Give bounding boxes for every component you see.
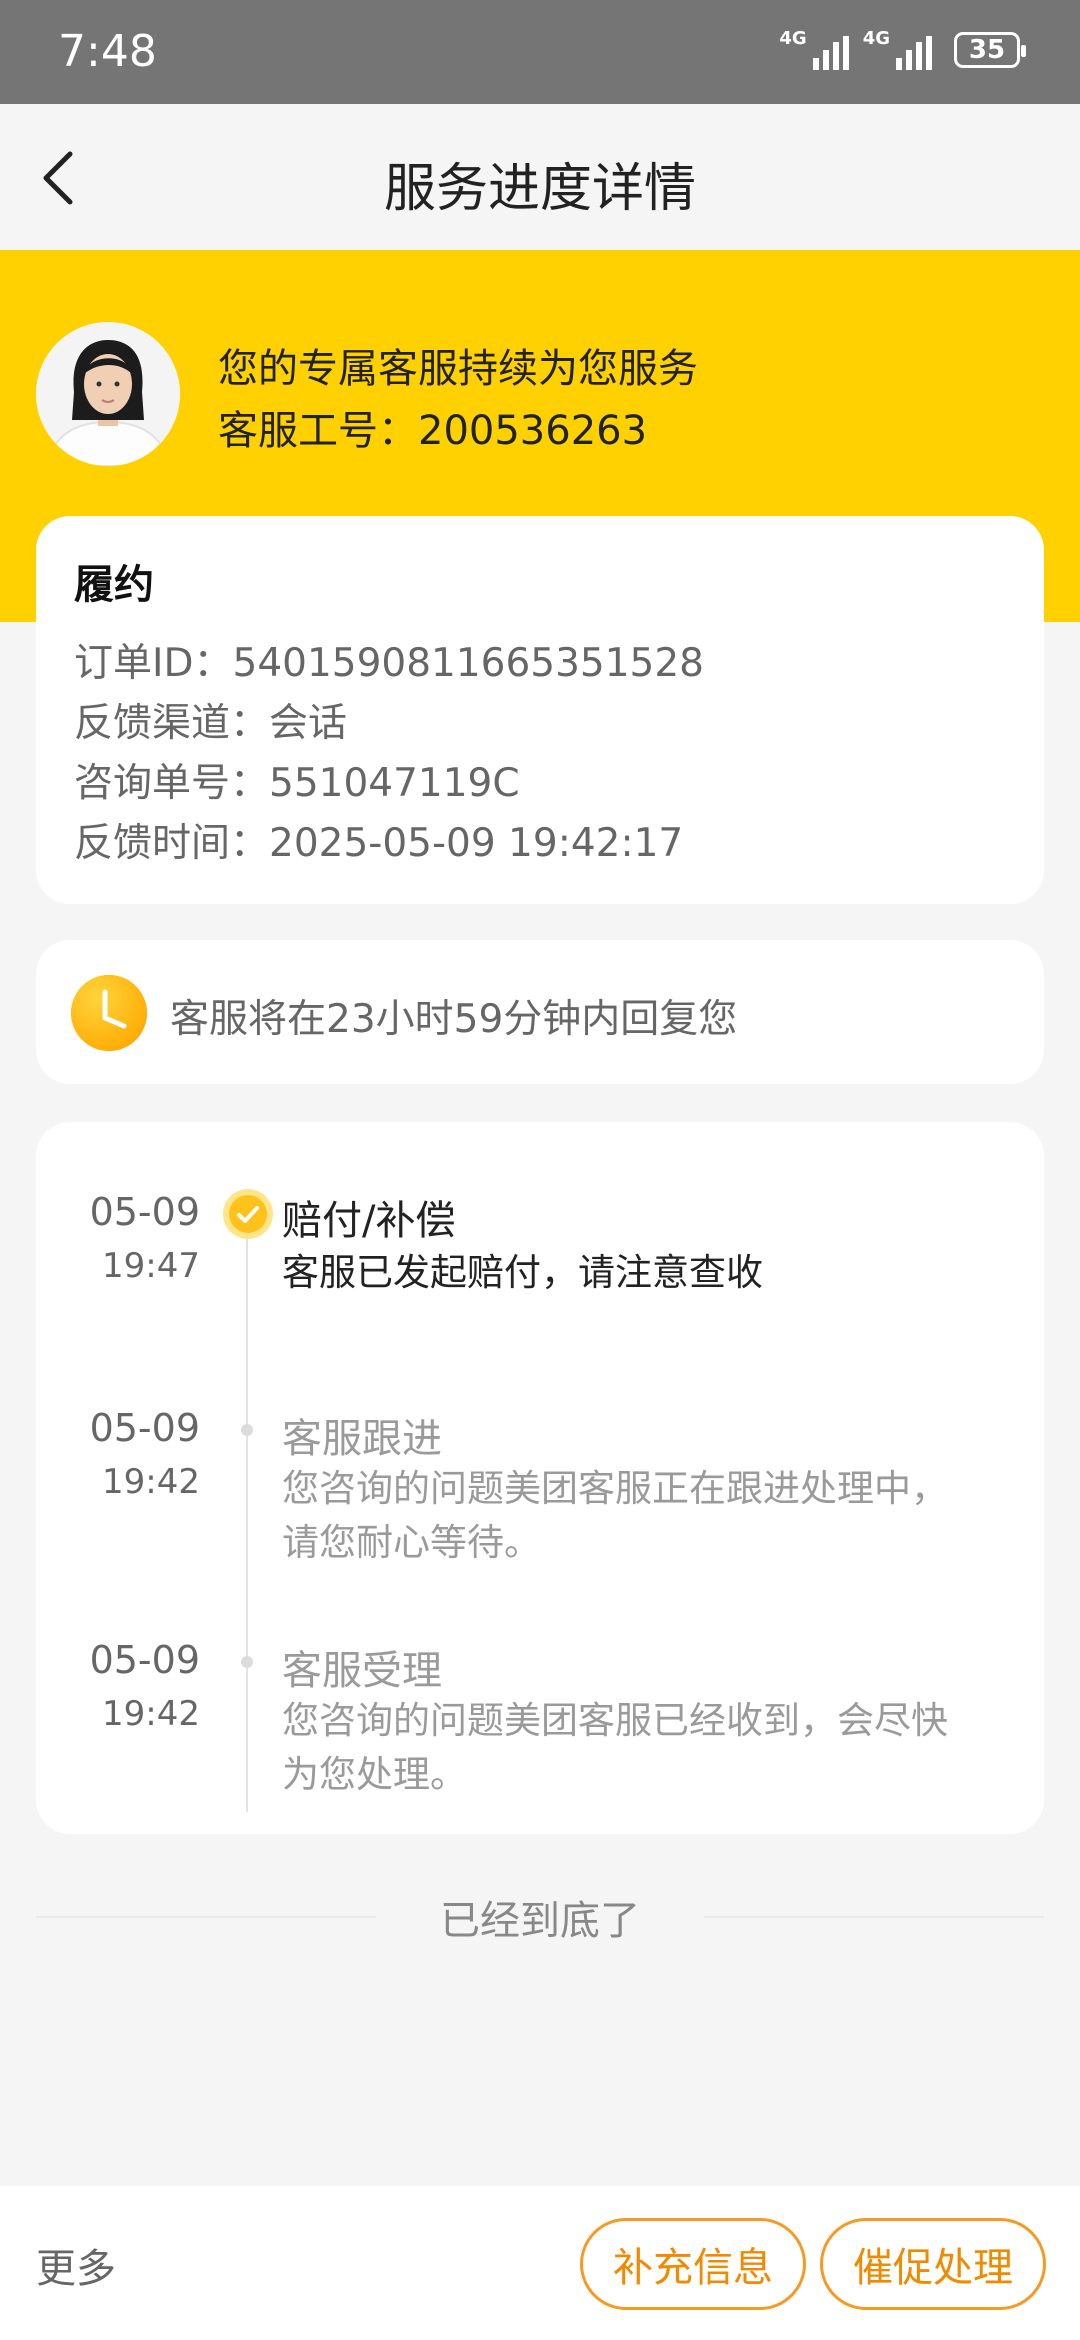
signal-icon: 4G bbox=[779, 30, 849, 70]
status-bar: 7:48 4G 4G 35 bbox=[0, 0, 1080, 104]
timeline-title: 客服受理 bbox=[282, 1648, 442, 1694]
battery-level: 35 bbox=[968, 35, 1006, 65]
agent-id: 客服工号：200536263 bbox=[218, 408, 648, 454]
timeline-time: 19:42 bbox=[102, 1694, 200, 1734]
nav-bar: 服务进度详情 bbox=[0, 104, 1080, 250]
check-circle-icon bbox=[223, 1189, 273, 1239]
urge-processing-button[interactable]: 催促处理 bbox=[820, 2218, 1046, 2310]
clock-icon bbox=[71, 975, 147, 1051]
timeline-title: 赔付/补偿 bbox=[282, 1198, 456, 1244]
timeline-description: 您咨询的问题美团客服已经收到，会尽快为您处理。 bbox=[282, 1699, 948, 1796]
timeline-time: 19:47 bbox=[102, 1246, 200, 1286]
status-time: 7:48 bbox=[58, 26, 157, 77]
reply-notice-text: 客服将在23小时59分钟内回复您 bbox=[170, 997, 738, 1042]
feedback-time-row: 反馈时间：2025-05-09 19:42:17 bbox=[74, 821, 684, 866]
card-title: 履约 bbox=[74, 562, 154, 608]
supplement-info-button[interactable]: 补充信息 bbox=[580, 2218, 806, 2310]
timeline-description: 您咨询的问题美团客服正在跟进处理中，请您耐心等待。 bbox=[282, 1467, 948, 1564]
timeline-date: 05-09 bbox=[89, 1406, 200, 1450]
timeline-line bbox=[246, 1232, 248, 1812]
end-of-list-text: 已经到底了 bbox=[440, 1898, 640, 1944]
timeline-date: 05-09 bbox=[89, 1190, 200, 1234]
avatar bbox=[36, 322, 180, 466]
status-icons: 4G 4G 35 bbox=[779, 30, 1026, 70]
agent-portrait-icon bbox=[36, 322, 180, 466]
timeline-description: 客服已发起赔付，请注意查收 bbox=[282, 1251, 763, 1294]
page-title: 服务进度详情 bbox=[383, 159, 696, 219]
feedback-channel-row: 反馈渠道：会话 bbox=[74, 701, 348, 746]
progress-timeline: 05-09 19:47 赔付/补偿 客服已发起赔付，请注意查收 05-09 19… bbox=[36, 1122, 1044, 1834]
timeline-dot bbox=[241, 1656, 253, 1668]
signal-icon: 4G bbox=[863, 30, 932, 70]
bottom-action-bar: 更多 补充信息 催促处理 bbox=[0, 2186, 1080, 2340]
reply-notice-card: 客服将在23小时59分钟内回复您 bbox=[36, 940, 1044, 1084]
timeline-date: 05-09 bbox=[89, 1638, 200, 1682]
timeline-dot bbox=[241, 1424, 253, 1436]
timeline-time: 19:42 bbox=[102, 1462, 200, 1502]
timeline-title: 客服跟进 bbox=[282, 1416, 442, 1462]
more-button[interactable]: 更多 bbox=[36, 2236, 116, 2294]
agent-tagline: 您的专属客服持续为您服务 bbox=[218, 346, 698, 392]
battery-icon: 35 bbox=[954, 32, 1026, 68]
order-info-card: 履约 订单ID：5401590811665351528 反馈渠道：会话 咨询单号… bbox=[36, 516, 1044, 904]
order-id-row: 订单ID：5401590811665351528 bbox=[74, 641, 704, 686]
inquiry-number-row: 咨询单号：551047119C bbox=[74, 761, 520, 806]
